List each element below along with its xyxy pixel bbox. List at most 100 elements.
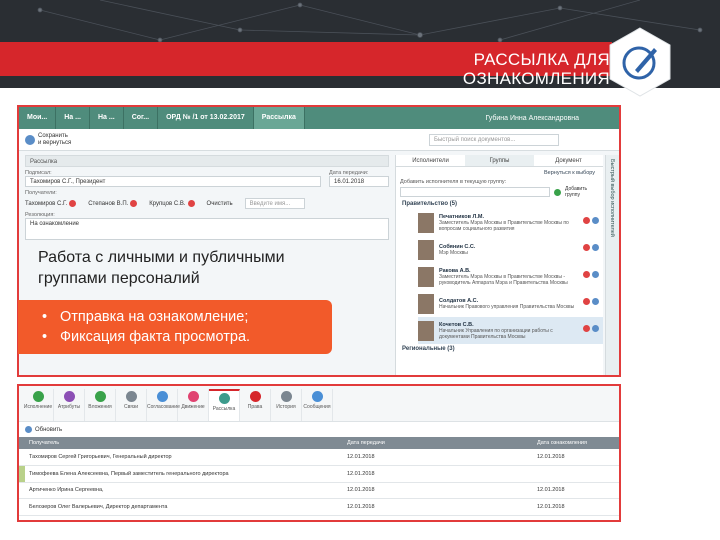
list-icon — [63, 391, 75, 402]
person-role: Мэр Москвы — [439, 249, 468, 256]
tab-on-2[interactable]: На ... — [90, 107, 124, 129]
person-item[interactable]: Солдатов А.С. Начальник Правового управле… — [418, 290, 603, 317]
remove-icon[interactable] — [583, 217, 590, 224]
table-row[interactable]: Бритнова Анастасия Александровна, Замест… — [19, 515, 619, 520]
link-icon — [125, 391, 137, 402]
person-photo — [418, 320, 434, 341]
refresh-label: Обновить — [35, 426, 63, 433]
resolution-field[interactable]: На ознакомление — [25, 218, 389, 240]
bullet-item: Фиксация факта просмотра. — [42, 327, 332, 347]
recipient-cell: Тимофеева Елена Алексеевна, Первый замес… — [25, 465, 343, 483]
recipient-input[interactable]: Введите имя... — [244, 198, 305, 209]
col-read-date[interactable]: Дата ознакомления — [533, 437, 619, 449]
sent-date-cell: 12.01.2018 — [343, 515, 533, 520]
section-header: Рассылка — [25, 155, 389, 167]
col-recipient[interactable]: Получатель — [25, 437, 343, 449]
recipient-chip[interactable]: Крупцов С.В. — [149, 199, 195, 207]
remove-icon[interactable] — [130, 199, 138, 207]
quick-search-input[interactable]: Быстрый поиск документов... — [429, 133, 559, 146]
col-sent-date[interactable]: Дата передачи — [343, 437, 533, 449]
tab-document[interactable]: ОРД № /1 от 13.02.2017 — [158, 107, 254, 129]
remove-icon[interactable] — [69, 199, 77, 207]
remove-icon[interactable] — [583, 298, 590, 305]
chip-label: Тахомиров С.Г. — [25, 201, 68, 208]
add-group-label[interactable]: Добавить группу — [565, 186, 591, 198]
add-group-icon[interactable] — [554, 188, 561, 196]
recipient-chip[interactable]: Степанов В.П. — [88, 199, 138, 207]
remove-icon[interactable] — [583, 325, 590, 332]
toolbar-label: Движение — [181, 404, 205, 410]
logo-icon — [609, 27, 671, 97]
move-icon[interactable] — [592, 217, 599, 224]
toolbar-clock-button[interactable]: История — [271, 389, 302, 421]
toolbar-mail-button[interactable]: Рассылка — [209, 389, 240, 421]
toolbar-key-button[interactable]: Права — [240, 389, 271, 421]
toolbar-check-button[interactable]: Исполнение — [23, 389, 54, 421]
tab-doc[interactable]: Документ — [534, 155, 603, 166]
move-icon[interactable] — [592, 298, 599, 305]
person-item[interactable]: Печатников Л.М. Заместитель Мэра Москвы в… — [418, 209, 603, 236]
person-item-selected[interactable]: Кочетов С.В. Начальник Управления по орга… — [418, 317, 603, 344]
remove-icon[interactable] — [583, 244, 590, 251]
sent-date-cell: 12.01.2018 — [343, 449, 533, 466]
person-role: Начальник Управления по организации рабо… — [439, 327, 553, 340]
person-item[interactable]: Собянин С.С. Мэр Москвы — [418, 236, 603, 263]
tab-on-1[interactable]: На ... — [56, 107, 90, 129]
toolbar-paperclip-button[interactable]: Вложения — [85, 389, 116, 421]
mailing-history-screenshot: Исполнение Атрибуты Вложения Связи Согласова… — [17, 384, 621, 522]
tab-executors[interactable]: Исполнители — [396, 155, 465, 166]
check-icon — [32, 391, 44, 402]
clear-button[interactable]: Очистить — [207, 201, 233, 207]
current-user[interactable]: Губина Инна Александровна — [485, 115, 619, 122]
panel-tabs: Исполнители Группы Документ — [396, 155, 603, 167]
recipients-label: Получатели: — [25, 190, 57, 196]
recipient-cell: Тахомиров Сергей Григорьевич, Генеральны… — [25, 449, 343, 466]
person-item[interactable]: Ракова А.В. Заместитель Мэра Москвы в Пра… — [418, 263, 603, 290]
group-regional[interactable]: Региональные (3) — [396, 344, 603, 354]
toolbar-message-button[interactable]: Сообщения — [302, 389, 333, 421]
table-row[interactable]: Белозеров Олег Валерьевич, Директор депа… — [19, 498, 619, 516]
toolbar-arrows-button[interactable]: Движение — [178, 389, 209, 421]
tab-mailing[interactable]: Рассылка — [253, 107, 305, 129]
arrows-icon — [187, 391, 199, 402]
person-role: Заместитель Мэра Москвы в Правительстве … — [439, 273, 568, 286]
move-icon[interactable] — [592, 244, 599, 251]
table-row[interactable]: Тахомиров Сергей Григорьевич, Генеральны… — [19, 449, 619, 466]
date-field[interactable]: 16.01.2018 — [329, 176, 389, 187]
table-row[interactable]: Артиченко Ирина Сергеевна, 12.01.2018 12.0… — [19, 482, 619, 499]
toolbar-label: Согласование — [147, 404, 180, 410]
quick-select-tab[interactable]: Быстрый выбор исполнителей — [605, 155, 619, 375]
recipient-cell: Бритнова Анастасия Александровна, Замест… — [25, 515, 343, 520]
back-to-selection-button[interactable]: Вернуться к выбору — [396, 167, 603, 179]
slide-title: РАССЫЛКА ДЛЯ ОЗНАКОМЛЕНИЯ — [462, 50, 610, 88]
bullet-item: Отправка на ознакомление; — [42, 307, 332, 327]
toolbar-label: Рассылка — [212, 406, 236, 412]
table-row[interactable]: Тимофеева Елена Алексеевна, Первый замес… — [19, 465, 619, 483]
toolbar-link-button[interactable]: Связи — [116, 389, 147, 421]
signer-field[interactable]: Тахомиров С.Г., Президент — [25, 176, 321, 187]
person-photo — [418, 293, 434, 314]
move-icon[interactable] — [592, 271, 599, 278]
slide-caption: Работа с личными и публичными группами п… — [38, 249, 285, 287]
remove-icon[interactable] — [187, 199, 195, 207]
toolbar-approve-button[interactable]: Согласование — [147, 389, 180, 421]
tab-approval[interactable]: Сог... — [124, 107, 159, 129]
paperclip-icon — [94, 391, 106, 402]
person-photo — [418, 212, 434, 233]
group-select[interactable] — [400, 187, 550, 197]
remove-icon[interactable] — [583, 271, 590, 278]
key-icon — [249, 391, 261, 402]
document-icon-bar: Исполнение Атрибуты Вложения Связи Согласова… — [19, 386, 619, 422]
tab-groups[interactable]: Группы — [465, 155, 534, 166]
group-government[interactable]: Правительство (5) — [396, 199, 603, 209]
recipient-chip[interactable]: Тахомиров С.Г. — [25, 199, 77, 208]
refresh-button[interactable]: Обновить — [19, 422, 619, 437]
recipient-chips: Тахомиров С.Г. Степанов В.П. Крупцов С.В… — [25, 198, 389, 209]
tab-my[interactable]: Мои... — [19, 107, 57, 129]
toolbar-list-button[interactable]: Атрибуты — [54, 389, 85, 421]
save-return-button[interactable]: Сохранить и вернуться — [25, 133, 72, 147]
approve-icon — [156, 391, 168, 402]
toolbar-label: Связи — [123, 404, 138, 410]
move-icon[interactable] — [592, 325, 599, 332]
feature-callout: Отправка на ознакомление; Фиксация факта… — [18, 300, 332, 354]
